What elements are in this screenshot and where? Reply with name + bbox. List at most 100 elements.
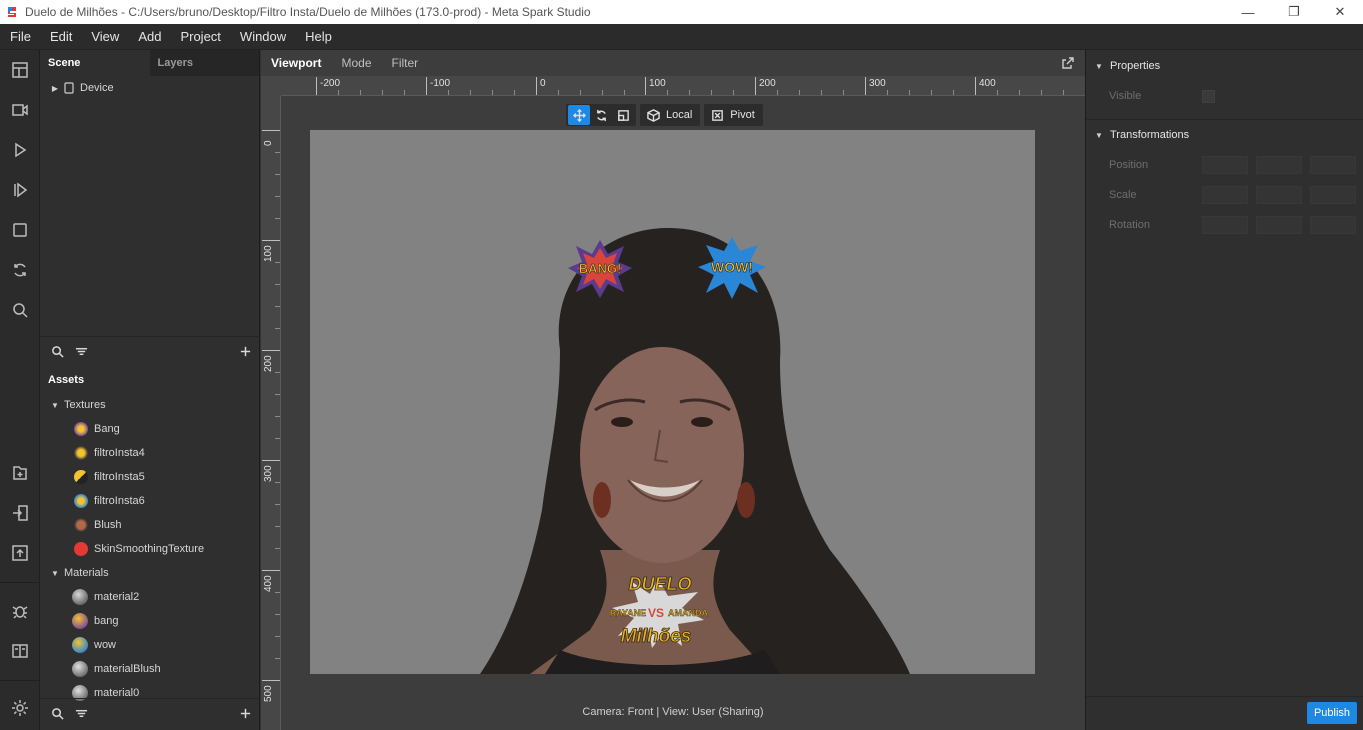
texture-thumbnail-icon [74,494,88,508]
expand-window-icon[interactable] [1061,56,1075,70]
ruler-label: 100 [649,78,666,89]
list-item[interactable]: materialBlush [72,657,161,681]
scale-z-field[interactable] [1310,186,1356,204]
menu-help[interactable]: Help [295,24,341,50]
export-upload-icon[interactable] [8,541,32,565]
menu-view[interactable]: View [81,24,128,50]
texture-thumbnail-icon [74,422,88,436]
properties-section-header[interactable]: ▼ Properties [1094,60,1160,72]
position-x-field[interactable] [1202,156,1248,174]
add-icon[interactable] [238,707,252,721]
textures-folder[interactable]: ▼ Textures [50,393,106,417]
square-icon[interactable] [8,218,32,242]
person-face [580,347,744,563]
asset-label: material2 [94,591,140,603]
transformations-section-header[interactable]: ▼ Transformations [1094,129,1189,141]
add-icon[interactable] [238,345,252,359]
settings-gear-icon[interactable] [8,696,32,720]
materials-folder[interactable]: ▼ Materials [50,561,109,585]
list-item[interactable]: SkinSmoothingTexture [74,537,204,561]
filter-icon[interactable] [74,707,88,721]
menu-edit[interactable]: Edit [40,24,81,50]
ruler-label: 300 [263,465,274,482]
camera-preview: BANG! WOW! DUELO RAYANE VS AMANDA Milhõe… [480,227,910,674]
position-y-field[interactable] [1256,156,1302,174]
search-icon[interactable] [8,298,32,322]
wow-sticker-text: WOW! [711,259,753,275]
menu-file[interactable]: File [0,24,40,50]
list-item[interactable]: bang [72,609,118,633]
position-z-field[interactable] [1310,156,1356,174]
ruler-label: 100 [263,245,274,262]
list-item[interactable]: filtroInsta4 [74,441,145,465]
list-item[interactable]: wow [72,633,116,657]
search-icon[interactable] [50,345,64,359]
logo-top-text: DUELO [629,574,692,594]
menu-bar: File Edit View Add Project Window Help [0,24,1363,50]
gizmo-toolbar: Local Pivot [566,104,763,126]
chevron-right-icon[interactable]: ▶ [50,83,60,93]
scale-y-field[interactable] [1256,186,1302,204]
layout-icon[interactable] [8,58,32,82]
move-tool-icon[interactable] [568,105,590,125]
texture-thumbnail-icon [74,470,88,484]
sync-icon[interactable] [8,258,32,282]
logo-right-text: AMANDA [668,608,708,618]
camera-video-icon[interactable] [8,98,32,122]
logo-bottom-text: Milhões [621,626,692,647]
restore-icon[interactable]: ❐ [1271,0,1317,24]
ruler-label: 400 [263,575,274,592]
materials-label: Materials [64,567,109,579]
scene-device-label: Device [80,82,114,94]
pivot-toggle[interactable]: Pivot [704,104,763,126]
material-sphere-icon [72,589,88,605]
ruler-label: 500 [263,685,274,702]
menu-add[interactable]: Add [128,24,170,50]
device-icon [64,82,74,94]
rotation-x-field[interactable] [1202,216,1248,234]
list-item[interactable]: filtroInsta5 [74,465,145,489]
rotation-y-field[interactable] [1256,216,1302,234]
menu-project[interactable]: Project [170,24,229,50]
scale-tool-icon[interactable] [612,105,634,125]
chevron-down-icon[interactable]: ▼ [50,400,60,410]
ruler-label: -100 [430,78,451,89]
chevron-down-icon[interactable]: ▼ [50,568,60,578]
local-toggle[interactable]: Local [640,104,701,126]
filter-icon[interactable] [74,345,88,359]
import-icon[interactable] [8,501,32,525]
list-item[interactable]: Bang [74,417,120,441]
viewport-status: Camera: Front | View: User (Sharing) [582,706,764,718]
step-play-icon[interactable] [8,178,32,202]
tab-scene[interactable]: Scene [40,50,150,76]
asset-label: Blush [94,519,122,531]
ruler-label: 400 [979,78,996,89]
rotate-tool-icon[interactable] [590,105,612,125]
bang-sticker-text: BANG! [579,261,622,276]
material-sphere-icon [72,661,88,677]
tab-viewport[interactable]: Viewport [261,50,331,76]
ruler-label: 0 [263,140,274,146]
asset-label: SkinSmoothingTexture [94,543,205,555]
viewport-canvas[interactable]: BANG! WOW! DUELO RAYANE VS AMANDA Milhõe… [310,130,1035,674]
search-icon[interactable] [50,707,64,721]
tab-layers[interactable]: Layers [149,50,259,76]
menu-window[interactable]: Window [230,24,295,50]
docs-icon[interactable] [8,639,32,663]
scale-x-field[interactable] [1202,186,1248,204]
play-icon[interactable] [8,138,32,162]
bug-icon[interactable] [8,599,32,623]
scene-device-row[interactable]: ▶ Device [50,76,114,100]
add-file-icon[interactable] [8,461,32,485]
minimize-icon[interactable]: — [1225,0,1271,24]
tab-mode[interactable]: Mode [331,50,381,76]
position-label: Position [1109,159,1149,171]
rotation-z-field[interactable] [1310,216,1356,234]
publish-button[interactable]: Publish [1307,702,1357,724]
list-item[interactable]: filtroInsta6 [74,489,145,513]
close-icon[interactable]: ✕ [1317,0,1363,24]
tab-filter[interactable]: Filter [382,50,429,76]
visible-checkbox[interactable] [1202,90,1215,103]
list-item[interactable]: material2 [72,585,139,609]
list-item[interactable]: Blush [74,513,122,537]
